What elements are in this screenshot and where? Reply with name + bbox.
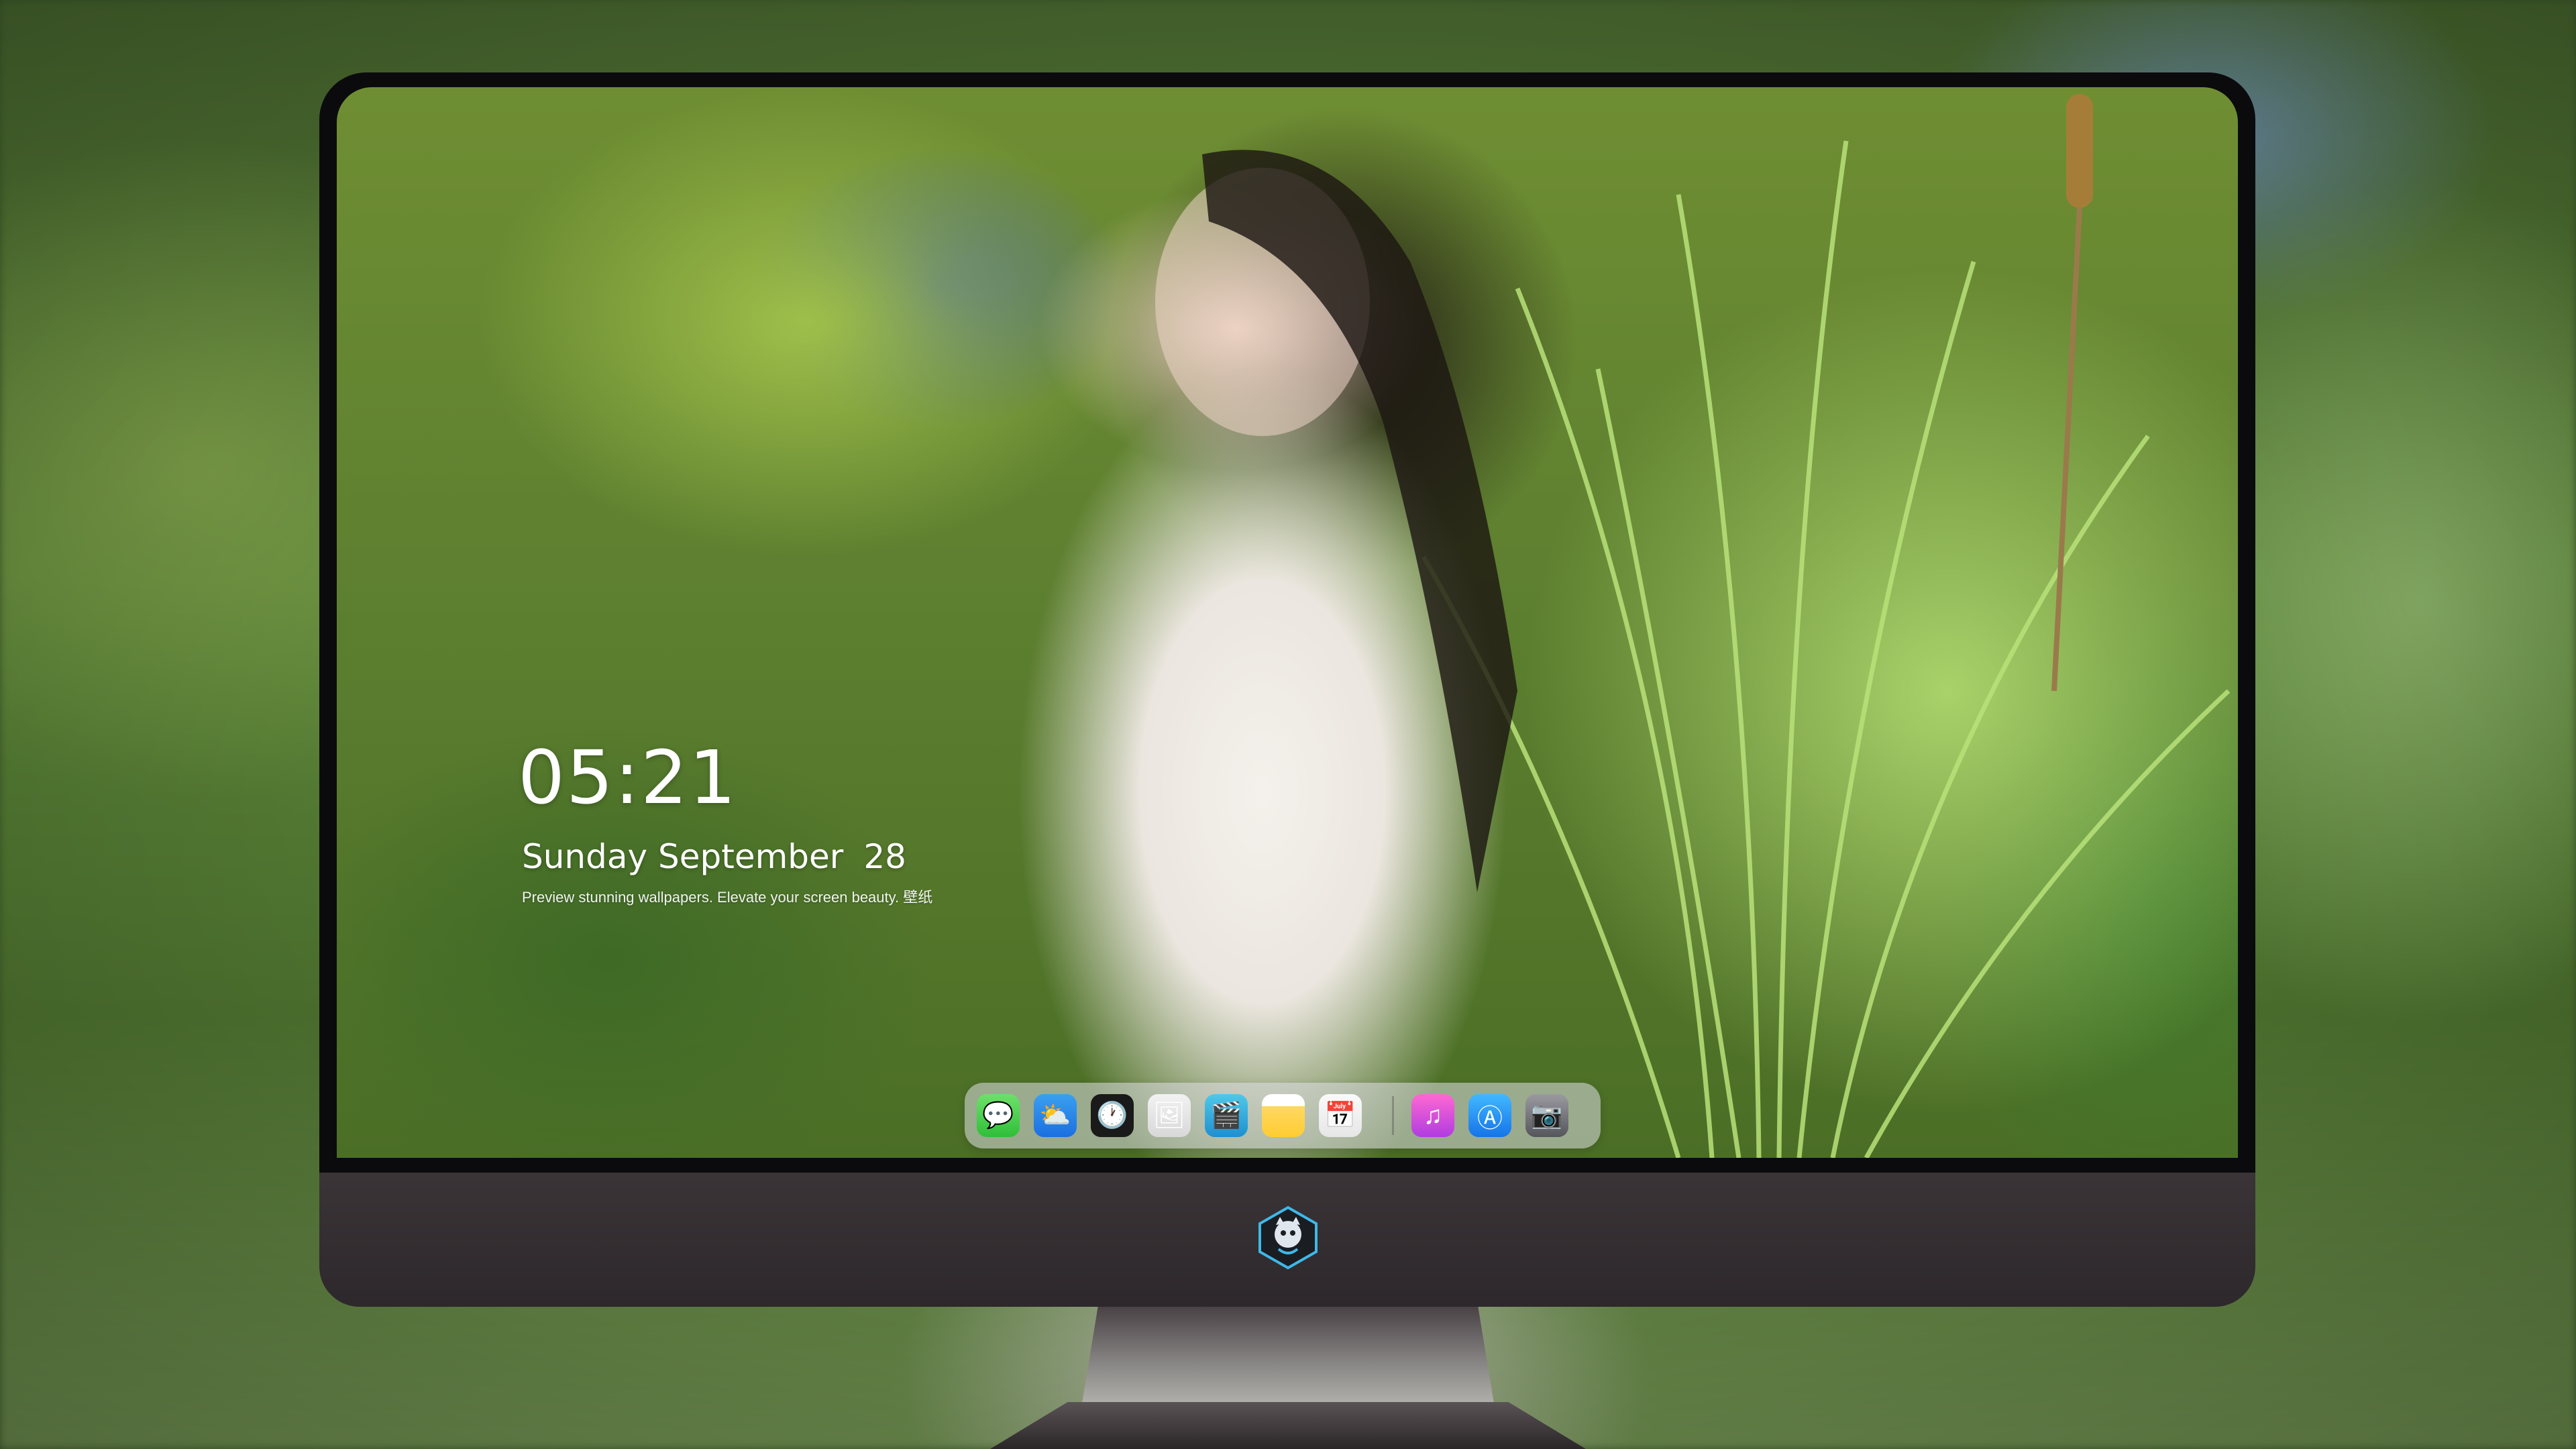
lock-screen-time: 05:21 (518, 735, 738, 820)
lock-screen-wallpaper[interactable]: 05:21 Sunday September 28 Preview stunnin… (337, 87, 2238, 1158)
video-icon[interactable]: 🎬 (1205, 1094, 1248, 1137)
camera-icon[interactable]: 📷 (1525, 1094, 1568, 1137)
wallpaper-grass-art (1155, 94, 2231, 1158)
preview-icon[interactable]: 🖼 (1148, 1094, 1191, 1137)
monitor: 05:21 Sunday September 28 Preview stunnin… (319, 72, 2255, 1307)
app-store-icon[interactable]: Ⓐ (1468, 1094, 1511, 1137)
lock-screen-date-day: 28 (863, 837, 906, 876)
lock-screen-caption: Preview stunning wallpapers. Elevate you… (522, 889, 933, 906)
monitor-bezel: 05:21 Sunday September 28 Preview stunnin… (319, 72, 2255, 1173)
lock-screen-date-text: Sunday September (522, 837, 844, 876)
notes-icon[interactable] (1262, 1094, 1305, 1137)
dock-separator (1392, 1096, 1394, 1135)
dock: 💬 ⛅ 🕐 🖼 🎬 📅 ♫ Ⓐ 📷 (965, 1083, 1601, 1148)
messages-icon[interactable]: 💬 (977, 1094, 1020, 1137)
music-icon[interactable]: ♫ (1411, 1094, 1454, 1137)
weather-icon[interactable]: ⛅ (1034, 1094, 1077, 1137)
monitor-stand-base (990, 1402, 1586, 1449)
photos-icon[interactable]: 📅 (1319, 1094, 1362, 1137)
lock-screen-date: Sunday September 28 (522, 837, 906, 876)
monitor-logo-icon (1258, 1205, 1318, 1269)
clock-icon[interactable]: 🕐 (1091, 1094, 1134, 1137)
monitor-stand-neck (1081, 1307, 1495, 1407)
